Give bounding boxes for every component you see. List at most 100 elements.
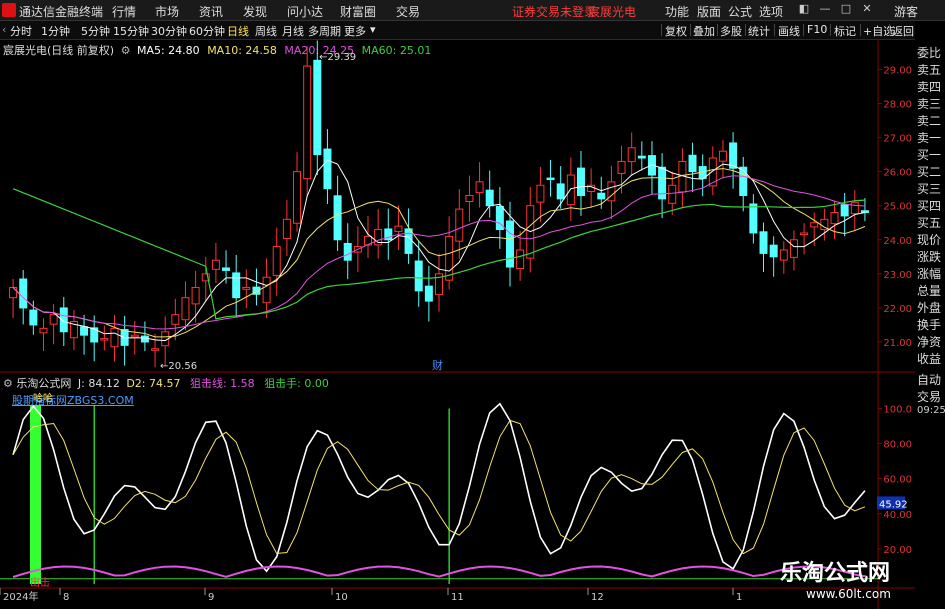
tool-draw-line[interactable]: 画线 xyxy=(778,23,800,39)
side-item[interactable]: 换手 xyxy=(917,316,945,333)
price-tick-label: 22.00 xyxy=(883,304,912,315)
menu-news[interactable]: 资讯 xyxy=(199,3,223,20)
side-item[interactable]: 净资 xyxy=(917,333,945,350)
candle-body xyxy=(151,348,160,351)
high-price-label: ←29.39 xyxy=(319,52,356,63)
side-item[interactable]: 买二 xyxy=(917,163,945,180)
tool-restore-rights[interactable]: 复权 xyxy=(665,23,687,39)
side-item[interactable]: 卖五 xyxy=(917,61,945,78)
watermark-url: www.60lt.com xyxy=(806,587,891,601)
price-tick-label: 21.00 xyxy=(883,338,912,349)
side-item[interactable]: 外盘 xyxy=(917,299,945,316)
app-title: 通达信金融终端 xyxy=(19,5,104,19)
candle-body xyxy=(424,285,433,302)
toolbar-divider xyxy=(830,24,831,36)
x-tick-label: 10 xyxy=(335,592,348,603)
period-5min[interactable]: 5分钟 xyxy=(81,23,110,39)
tool-mark[interactable]: 标记 xyxy=(834,23,856,39)
period-60min[interactable]: 60分钟 xyxy=(189,23,225,39)
menu-options[interactable]: 选项 xyxy=(759,3,783,20)
x-tick-label: 9 xyxy=(208,592,214,603)
price-tick-label: 27.00 xyxy=(883,134,912,145)
candle-body xyxy=(333,195,342,241)
menu-ask-xiaoda[interactable]: 问小达 xyxy=(287,3,323,20)
candle-body xyxy=(303,65,312,180)
guest-label[interactable]: 游客 xyxy=(894,3,918,20)
tool-f10[interactable]: F10 xyxy=(807,23,827,36)
side-item[interactable]: 现价 xyxy=(917,231,945,248)
menu-formula[interactable]: 公式 xyxy=(728,3,752,20)
toolbar-divider xyxy=(661,24,662,36)
candle-body xyxy=(19,278,28,309)
minimize-icon[interactable]: — xyxy=(818,2,832,16)
period-weekly[interactable]: 周线 xyxy=(255,23,277,39)
login-status[interactable]: 证券交易未登录 xyxy=(512,3,596,20)
side-item[interactable]: 涨跌 xyxy=(917,248,945,265)
menu-market[interactable]: 市场 xyxy=(155,3,179,20)
sniper-green-bar xyxy=(30,405,41,584)
menu-function[interactable]: 功能 xyxy=(665,3,689,20)
side-item[interactable]: 总量 xyxy=(917,282,945,299)
period-1min[interactable]: 1分钟 xyxy=(41,23,70,39)
period-monthly[interactable]: 月线 xyxy=(282,23,304,39)
side-item[interactable]: 买一 xyxy=(917,146,945,163)
indicator-tick-label: 80.00 xyxy=(883,440,912,451)
menu-layout[interactable]: 版面 xyxy=(697,3,721,20)
candle-body xyxy=(29,309,38,326)
side-item[interactable]: 买四 xyxy=(917,197,945,214)
tool-back[interactable]: 返回 xyxy=(892,23,914,39)
candle-body xyxy=(830,212,839,225)
low-price-label: ←20.56 xyxy=(160,361,197,372)
chart-grid xyxy=(0,39,915,609)
tool-statistics[interactable]: 统计 xyxy=(748,23,770,39)
candle-body xyxy=(455,208,464,242)
menu-trade[interactable]: 交易 xyxy=(396,3,420,20)
candle-body xyxy=(516,249,525,270)
menu-quotes[interactable]: 行情 xyxy=(112,3,136,20)
side-item[interactable]: 卖三 xyxy=(917,95,945,112)
candle-body xyxy=(100,338,109,341)
period-15min[interactable]: 15分钟 xyxy=(113,23,149,39)
period-toolbar: ‹ 分时 1分钟 5分钟 15分钟 30分钟 60分钟 日线 周线 月线 多周期… xyxy=(0,21,915,40)
period-30min[interactable]: 30分钟 xyxy=(151,23,187,39)
skin-icon[interactable]: ◧ xyxy=(797,2,811,16)
side-item[interactable]: 买五 xyxy=(917,214,945,231)
menu-wealth-circle[interactable]: 财富圈 xyxy=(340,3,376,20)
date-x-axis: 2024年 8 9 10 11 12 1 xyxy=(0,588,742,603)
candle-body xyxy=(293,171,302,224)
tool-multi-stock[interactable]: 多股 xyxy=(720,23,742,39)
period-multi[interactable]: 多周期 xyxy=(308,23,341,39)
maximize-icon[interactable]: □ xyxy=(839,2,853,16)
ma10-line xyxy=(12,168,866,338)
candle-body xyxy=(130,334,139,338)
current-stock-name: 宸展光电 xyxy=(588,5,637,19)
side-item[interactable]: 自动 xyxy=(917,371,945,388)
candle-body xyxy=(181,297,190,321)
candle-body xyxy=(313,59,322,156)
tag-top-label: 哈哈 xyxy=(33,392,53,405)
candle-body xyxy=(414,260,423,292)
tool-overlay[interactable]: 叠加 xyxy=(693,23,715,39)
side-item[interactable]: 涨幅 xyxy=(917,265,945,282)
candle-body xyxy=(191,286,200,305)
menu-discover[interactable]: 发现 xyxy=(243,3,267,20)
side-item[interactable]: 委比 xyxy=(917,44,945,61)
top-menu-bar: 通达信金融终端 行情 市场 资讯 发现 问小达 财富圈 交易 证券交易未登录 宸… xyxy=(0,0,945,21)
collapse-icon[interactable]: ‹ xyxy=(2,23,6,36)
side-item[interactable]: 卖一 xyxy=(917,129,945,146)
side-item[interactable]: 卖四 xyxy=(917,78,945,95)
candle-body xyxy=(445,235,454,281)
candle-body xyxy=(110,327,119,348)
period-intraday[interactable]: 分时 xyxy=(10,23,32,39)
side-item[interactable]: 收益 xyxy=(917,350,945,367)
period-more[interactable]: 更多 xyxy=(344,23,366,39)
side-item[interactable]: 09:25 xyxy=(917,405,945,416)
chevron-down-icon[interactable]: ▾ xyxy=(370,23,376,36)
close-icon[interactable]: ✕ xyxy=(860,2,874,16)
side-item[interactable]: 买三 xyxy=(917,180,945,197)
ma5-line xyxy=(12,159,866,342)
indicator-y-axis: 100.080.0060.0040.0020.0045.92 xyxy=(877,405,912,556)
side-item[interactable]: 交易 xyxy=(917,388,945,405)
period-daily[interactable]: 日线 xyxy=(227,23,249,39)
side-item[interactable]: 卖二 xyxy=(917,112,945,129)
